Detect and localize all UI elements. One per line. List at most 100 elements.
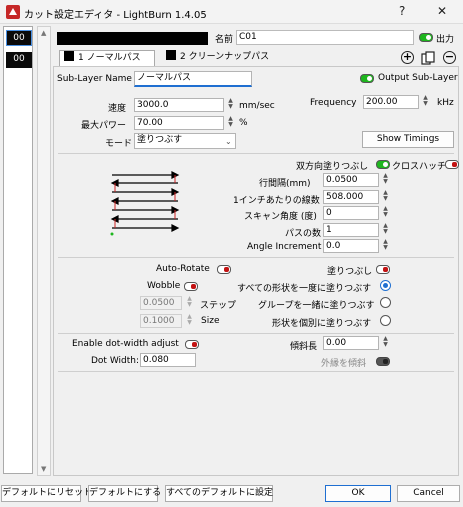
speed-spinner[interactable]: ▲ ▼ (226, 98, 235, 112)
tab-color-swatch (166, 50, 176, 60)
fill-all-at-once-radio[interactable] (380, 280, 391, 291)
layer-list[interactable]: 00 00 (3, 26, 33, 474)
line-interval-spinner[interactable]: ▲ ▼ (381, 173, 390, 187)
angle-increment-label: Angle Increment (247, 242, 322, 252)
frequency-label: Frequency (310, 98, 357, 108)
fill-individually-label: 形状を個別に塗りつぶす (272, 319, 372, 329)
wobble-label: Wobble (147, 281, 181, 291)
dot-width-label: Dot Width: (91, 356, 140, 366)
duplicate-sublayer-icon[interactable] (421, 51, 435, 65)
layer-color-bar (57, 32, 208, 45)
mode-select[interactable]: 塗りつぶす (134, 133, 236, 149)
bevel-outline-label: 外縁を傾斜 (321, 359, 367, 369)
output-label: 出力 (436, 35, 455, 45)
frequency-spinner[interactable]: ▲ ▼ (421, 95, 430, 109)
max-power-label: 最大パワー (81, 121, 127, 131)
wobble-step-input[interactable]: 0.0500 (140, 296, 182, 310)
fill-all-at-once-label: すべての形状を一度に塗りつぶす (237, 284, 372, 294)
cancel-button[interactable]: Cancel (397, 485, 460, 502)
speed-input[interactable]: 3000.0 (134, 98, 224, 112)
speed-unit: mm/sec (239, 101, 275, 111)
auto-rotate-label: Auto-Rotate (156, 264, 210, 274)
bevel-length-spinner[interactable]: ▲ ▼ (381, 336, 390, 350)
wobble-step-label: ステップ (200, 301, 237, 311)
speed-label: 速度 (108, 104, 127, 114)
remove-sublayer-icon[interactable]: − (443, 51, 456, 64)
scroll-down-icon[interactable]: ▼ (41, 465, 46, 473)
make-default-button[interactable]: デフォルトにする (88, 485, 161, 502)
divider (58, 257, 454, 258)
bevel-outline-toggle[interactable] (376, 357, 390, 366)
divider (58, 333, 454, 334)
tab-cleanup-pass[interactable]: 2 クリーンナップパス (162, 50, 280, 66)
auto-rotate-toggle[interactable] (217, 265, 231, 274)
layer-item[interactable]: 00 (6, 30, 32, 46)
output-sublayer-toggle[interactable] (360, 74, 374, 83)
mode-label: モード (105, 139, 133, 149)
add-sublayer-icon[interactable]: + (401, 51, 414, 64)
output-sublayer-label: Output Sub-Layer (378, 73, 458, 83)
divider (58, 371, 454, 372)
bidirectional-fill-toggle[interactable] (376, 160, 390, 169)
frequency-input[interactable]: 200.00 (363, 95, 419, 109)
angle-increment-input[interactable]: 0.0 (323, 239, 379, 253)
fill-individually-radio[interactable] (380, 315, 391, 326)
scan-angle-label: スキャン角度 (度) (244, 212, 317, 222)
enable-dot-width-toggle[interactable] (185, 340, 199, 349)
crosshatch-toggle[interactable] (445, 160, 459, 169)
tab-label: 1 ノーマルパス (78, 53, 141, 63)
lines-per-inch-label: 1インチあたりの線数 (233, 196, 320, 206)
fill-groups-label: グループを一緒に塗りつぶす (258, 301, 375, 311)
crosshatch-label: クロスハッチ (392, 162, 447, 172)
divider (58, 153, 454, 154)
max-power-unit: % (239, 118, 248, 128)
scan-angle-spinner[interactable]: ▲ ▼ (381, 206, 390, 220)
pass-count-spinner[interactable]: ▲ ▼ (381, 223, 390, 237)
close-icon[interactable]: ✕ (437, 4, 447, 18)
name-label: 名前 (215, 35, 234, 45)
line-interval-label: 行間隔(mm) (259, 179, 311, 189)
sublayer-name-label: Sub-Layer Name (57, 74, 132, 84)
bidirectional-fill-label: 双方向塗りつぶし (296, 162, 369, 172)
max-power-spinner[interactable]: ▲ ▼ (226, 116, 235, 130)
tab-label: 2 クリーンナップパス (180, 52, 270, 62)
scroll-up-icon[interactable]: ▲ (41, 29, 46, 37)
scan-angle-input[interactable]: 0 (323, 206, 379, 220)
wobble-size-spinner[interactable]: ▲ ▼ (185, 314, 194, 328)
reset-default-button[interactable]: デフォルトにリセット (1, 485, 92, 502)
wobble-toggle[interactable] (184, 282, 198, 291)
bevel-length-label: 傾斜長 (290, 342, 318, 352)
frequency-unit: kHz (437, 98, 454, 108)
pass-count-input[interactable]: 1 (323, 223, 379, 237)
output-toggle[interactable] (419, 33, 433, 42)
sublayer-name-input[interactable]: ノーマルパス (134, 71, 252, 87)
layer-list-scrollbar[interactable]: ▲ ▼ (37, 26, 51, 476)
lines-per-inch-input[interactable]: 508.000 (323, 190, 379, 204)
set-all-default-button[interactable]: すべてのデフォルトに設定 (165, 485, 273, 502)
help-icon[interactable]: ? (399, 4, 405, 18)
max-power-input[interactable]: 70.00 (134, 116, 224, 130)
wobble-size-label: Size (201, 316, 220, 326)
ok-button[interactable]: OK (325, 485, 391, 502)
layer-item[interactable]: 00 (6, 52, 32, 68)
fill-groups-radio[interactable] (380, 297, 391, 308)
tab-normal-pass[interactable]: 1 ノーマルパス (59, 50, 155, 66)
wobble-step-spinner[interactable]: ▲ ▼ (185, 296, 194, 310)
tab-color-swatch (64, 51, 74, 61)
line-interval-input[interactable]: 0.0500 (323, 173, 379, 187)
lines-per-inch-spinner[interactable]: ▲ ▼ (381, 190, 390, 204)
enable-dot-width-label: Enable dot-width adjust (72, 339, 179, 349)
dot-width-input[interactable]: 0.080 (140, 353, 196, 367)
wobble-size-input[interactable]: 0.1000 (140, 314, 182, 328)
fill-label: 塗りつぶし (327, 267, 373, 277)
bevel-length-input[interactable]: 0.00 (323, 336, 379, 350)
window-title: カット設定エディタ - LightBurn 1.4.05 (24, 10, 207, 21)
lightburn-app-icon (6, 5, 20, 19)
pass-count-label: パスの数 (285, 229, 322, 239)
chevron-down-icon: ⌄ (225, 137, 232, 146)
show-timings-button[interactable]: Show Timings (362, 131, 454, 148)
angle-increment-spinner[interactable]: ▲ ▼ (381, 239, 390, 253)
name-input[interactable]: C01 (236, 30, 414, 45)
fill-toggle[interactable] (376, 265, 390, 274)
scan-direction-preview (110, 171, 180, 236)
